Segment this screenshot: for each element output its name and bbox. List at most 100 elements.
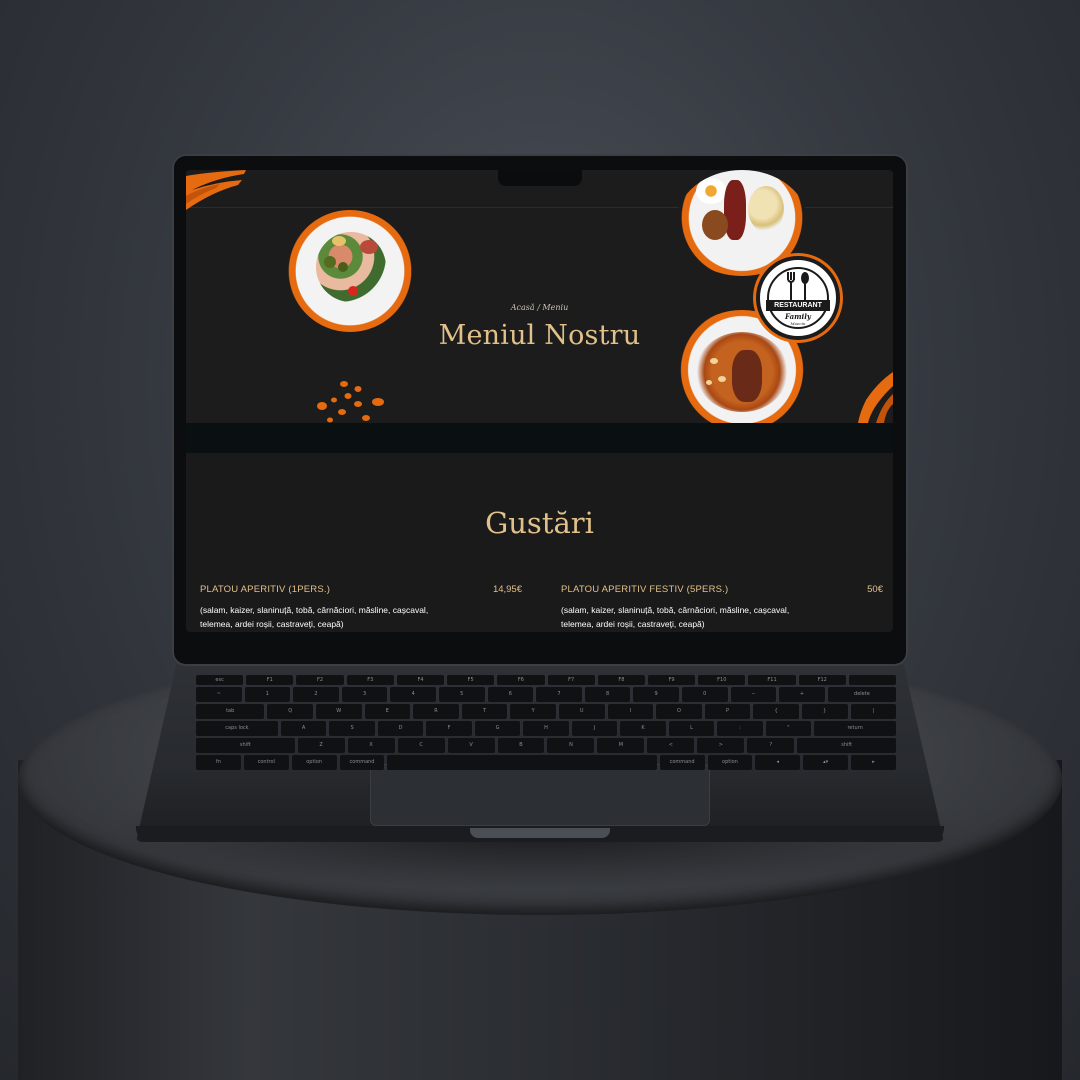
keyboard-key[interactable]: H: [523, 721, 569, 736]
keyboard-key[interactable]: shift: [797, 738, 896, 753]
keyboard-key[interactable]: 3: [341, 687, 388, 702]
keyboard-key[interactable]: +: [779, 687, 825, 702]
keyboard-key[interactable]: F3: [346, 675, 394, 685]
keyboard-key[interactable]: F2: [296, 675, 344, 685]
keyboard-key[interactable]: F4: [396, 675, 445, 685]
keyboard-key[interactable]: R: [413, 704, 459, 719]
keyboard-key[interactable]: 6: [487, 687, 534, 702]
keyboard-key[interactable]: F1: [246, 675, 294, 685]
keyboard-key[interactable]: F8: [597, 675, 645, 685]
keyboard-key[interactable]: 2: [293, 687, 339, 702]
fork-spoon-icon: [787, 272, 809, 300]
keyboard-key[interactable]: 4: [390, 687, 436, 702]
keyboard-key[interactable]: option: [707, 755, 753, 770]
keyboard-key[interactable]: |: [850, 704, 897, 719]
keyboard-key[interactable]: return: [814, 721, 897, 736]
keyboard-key[interactable]: F11: [748, 675, 796, 685]
keyboard-key[interactable]: shift: [196, 738, 295, 753]
keyboard-key[interactable]: {: [753, 704, 799, 719]
keyboard-key[interactable]: option: [291, 755, 337, 770]
keyboard-key[interactable]: F9: [647, 675, 696, 685]
keyboard-key[interactable]: N: [547, 738, 595, 753]
keyboard-key[interactable]: I: [607, 704, 654, 719]
keyboard-key[interactable]: 5: [438, 687, 485, 702]
keyboard-key[interactable]: F5: [447, 675, 495, 685]
page-title: Meniul Nostru: [438, 320, 641, 351]
keyboard-key[interactable]: 1: [244, 687, 291, 702]
orange-dots-decoration: [317, 381, 384, 423]
keyboard-key[interactable]: ": [765, 721, 812, 736]
keyboard-key[interactable]: C: [397, 738, 445, 753]
keyboard-key[interactable]: F10: [698, 675, 746, 685]
menu-item: PLATOU APERITIV (1PERS.) 14,95€ (salam, …: [200, 584, 522, 631]
keyboard-key[interactable]: D: [377, 721, 424, 736]
keyboard-key[interactable]: 7: [536, 687, 582, 702]
brush-stroke-top-left: [186, 170, 246, 210]
keyboard-key[interactable]: X: [347, 738, 395, 753]
keyboard-key[interactable]: command: [659, 755, 705, 770]
keyboard-key[interactable]: }: [801, 704, 848, 719]
keyboard-key[interactable]: Z: [297, 738, 345, 753]
keyboard-key[interactable]: T: [461, 704, 508, 719]
keyboard-key[interactable]: ◂: [755, 755, 801, 770]
keyboard-key[interactable]: :: [717, 721, 763, 736]
keyboard-key[interactable]: F6: [497, 675, 545, 685]
keyboard-key[interactable]: K: [620, 721, 666, 736]
keyboard-row-numbers: ~1 2 3 4 5 6 7 8 9 0− + delete: [196, 687, 897, 702]
breadcrumb[interactable]: Acasă / Meniu: [186, 303, 893, 312]
laptop-screen: RESTAURANT Family Moeciu Acasă / Meniu M…: [186, 170, 893, 632]
keyboard-row-shift: shift Z X C V B N M < >? shift: [196, 738, 896, 753]
dark-divider-band: [186, 423, 893, 453]
brush-stroke-bottom-right: [858, 372, 893, 423]
laptop-opening-notch: [470, 828, 610, 838]
keyboard-key[interactable]: V: [447, 738, 495, 753]
keyboard-key[interactable]: <: [647, 738, 695, 753]
keyboard-key[interactable]: ▸: [851, 755, 896, 770]
keyboard-key[interactable]: ▴▾: [803, 755, 849, 770]
keyboard-key[interactable]: L: [668, 721, 715, 736]
keyboard-key[interactable]: 0: [681, 687, 728, 702]
keyboard-key[interactable]: [848, 675, 897, 685]
keyboard-key[interactable]: B: [497, 738, 545, 753]
keyboard-row-bottom: fn control option command command option ◂ ▴▾ ▸: [196, 755, 896, 770]
keyboard-key[interactable]: caps lock: [196, 721, 278, 736]
menu-item-price: 14,95€: [492, 584, 522, 595]
camera-notch: [498, 170, 582, 186]
menu-item-description: (salam, kaizer, slaninuță, tobă, cârnăci…: [561, 605, 790, 629]
keyboard-key[interactable]: 9: [633, 687, 679, 702]
keyboard-key[interactable]: tab: [196, 704, 265, 719]
keyboard-key[interactable]: Y: [510, 704, 556, 719]
keyboard-key[interactable]: J: [571, 721, 618, 736]
keyboard-key[interactable]: control: [243, 755, 289, 770]
section-title-appetizers: Gustări: [485, 506, 594, 540]
keyboard-key[interactable]: A: [280, 721, 327, 736]
keyboard-key[interactable]: F: [426, 721, 472, 736]
keyboard-row-qwerty: tab Q W E R T Y U I O P{} |: [196, 704, 897, 719]
keyboard-key[interactable]: W: [315, 704, 362, 719]
keyboard-key[interactable]: fn: [196, 755, 241, 770]
keyboard-key[interactable]: −: [730, 687, 777, 702]
keyboard-key[interactable]: M: [597, 738, 645, 753]
keyboard-key[interactable]: 8: [584, 687, 631, 702]
menu-item-name: PLATOU APERITIV (1PERS.): [200, 584, 331, 595]
keyboard-row-function: esc F1 F2 F3 F4 F5 F6 F7 F8 F9 F10 F11 F12: [196, 675, 897, 685]
keyboard-key[interactable]: >: [697, 738, 745, 753]
keyboard-key[interactable]: E: [364, 704, 411, 719]
hero-section: RESTAURANT Family Moeciu Acasă / Meniu M…: [186, 170, 893, 430]
keyboard-key[interactable]: P: [704, 704, 751, 719]
keyboard-key[interactable]: G: [474, 721, 521, 736]
keyboard-key[interactable]: ?: [747, 738, 795, 753]
keyboard-key[interactable]: S: [329, 721, 375, 736]
keyboard-key[interactable]: U: [558, 704, 605, 719]
keyboard-key[interactable]: command: [339, 755, 385, 770]
trackpad[interactable]: [370, 764, 710, 826]
keyboard-key[interactable]: F7: [547, 675, 595, 685]
keyboard-key[interactable]: esc: [196, 675, 244, 685]
menu-item-price: 50€: [867, 584, 883, 595]
keyboard-key[interactable]: delete: [827, 687, 897, 702]
keyboard-key[interactable]: [387, 755, 657, 770]
keyboard-key[interactable]: F12: [798, 675, 846, 685]
keyboard-key[interactable]: ~: [196, 687, 242, 702]
keyboard-key[interactable]: Q: [267, 704, 313, 719]
keyboard-key[interactable]: O: [656, 704, 702, 719]
